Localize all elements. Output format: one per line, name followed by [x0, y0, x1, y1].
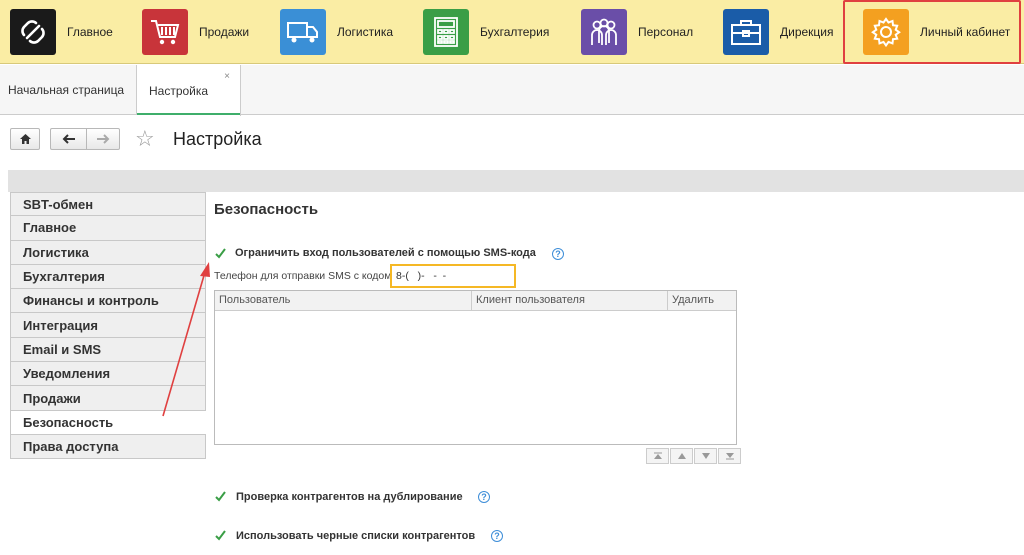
- menu-label: Продажи: [199, 25, 250, 39]
- tab-settings[interactable]: Настройка ×: [137, 65, 241, 116]
- arrow-down-icon: [701, 453, 710, 459]
- gear-icon: [863, 9, 909, 55]
- duplicate-check-checkbox[interactable]: [214, 490, 227, 503]
- column-header-user-client[interactable]: Клиент пользователя: [472, 291, 668, 310]
- menu-item-personnel[interactable]: Персонал: [581, 0, 693, 64]
- menu-label: Персонал: [638, 25, 694, 39]
- menu-label: Логистика: [337, 25, 394, 39]
- menu-item-main[interactable]: Главное: [10, 0, 113, 64]
- home-button[interactable]: [10, 128, 40, 150]
- section-finance-control[interactable]: Финансы и контроль: [10, 289, 206, 314]
- section-security[interactable]: Безопасность: [10, 410, 206, 435]
- move-top-icon: [653, 452, 662, 459]
- section-email-sms[interactable]: Email и SMS: [10, 337, 206, 363]
- move-bottom-icon: [725, 453, 734, 460]
- menu-label: Личный кабинет: [920, 25, 1011, 39]
- section-sales[interactable]: Продажи: [10, 386, 206, 411]
- tab-home[interactable]: Начальная страница: [0, 65, 137, 115]
- sms-restrict-label: Ограничить вход пользователей с помощью …: [235, 247, 536, 259]
- menu-label: Дирекция: [780, 25, 834, 39]
- page-title: Настройка: [173, 129, 262, 149]
- menu-item-logistics[interactable]: Логистика: [280, 0, 393, 64]
- checkmark-icon: [215, 530, 226, 541]
- checkmark-icon: [215, 491, 226, 502]
- help-icon[interactable]: ?: [491, 530, 503, 542]
- menu-item-personal-account[interactable]: Личный кабинет: [843, 0, 1021, 64]
- menu-item-management[interactable]: Дирекция: [723, 0, 834, 64]
- section-accounting[interactable]: Бухгалтерия: [10, 264, 206, 290]
- arrow-right-icon: [97, 134, 110, 144]
- section-integration[interactable]: Интеграция: [10, 313, 206, 338]
- users-table: Пользователь Клиент пользователя Удалить: [214, 290, 737, 445]
- phone-label: Телефон для отправки SMS с кодом:: [214, 270, 395, 282]
- section-main[interactable]: Главное: [10, 216, 206, 241]
- menu-item-accounting[interactable]: Бухгалтерия: [423, 0, 549, 64]
- move-first-button[interactable]: [646, 448, 669, 464]
- section-header-strip: [8, 170, 1024, 192]
- tab-label: Настройка: [149, 83, 209, 98]
- arrow-up-icon: [677, 453, 686, 459]
- tab-label: Начальная страница: [8, 83, 125, 97]
- back-button[interactable]: [50, 128, 86, 150]
- move-down-button[interactable]: [694, 448, 717, 464]
- table-nav-buttons: [646, 448, 742, 464]
- section-sbt-exchange[interactable]: SBT-обмен: [10, 192, 206, 217]
- blacklist-checkbox[interactable]: [214, 529, 227, 542]
- people-icon: [581, 9, 627, 55]
- menu-item-sales[interactable]: Продажи: [142, 0, 249, 64]
- section-logistics[interactable]: Логистика: [10, 240, 206, 265]
- truck-icon: [280, 9, 326, 55]
- cart-icon: [142, 9, 188, 55]
- star-icon[interactable]: ☆: [135, 127, 155, 151]
- blacklist-label: Использовать черные списки контрагентов: [236, 530, 476, 542]
- move-last-button[interactable]: [718, 448, 741, 464]
- section-access-rights[interactable]: Права доступа: [10, 434, 206, 460]
- phone-input[interactable]: [390, 264, 516, 288]
- column-header-delete[interactable]: Удалить: [668, 291, 736, 310]
- briefcase-icon: [723, 9, 769, 55]
- section-list: SBT-обмен Главное Логистика Бухгалтерия …: [10, 192, 206, 460]
- checkmark-icon: [215, 248, 226, 259]
- menu-label: Главное: [67, 25, 113, 39]
- duplicate-check-label: Проверка контрагентов на дублирование: [236, 491, 463, 503]
- sms-restrict-checkbox[interactable]: [214, 247, 227, 260]
- help-icon[interactable]: ?: [478, 491, 490, 503]
- tab-bar: Начальная страница Настройка ×: [0, 65, 1024, 116]
- top-menu: Главное Продажи Логистика Бухгалтерия Пе…: [0, 0, 1024, 64]
- calculator-icon: [423, 9, 469, 55]
- move-up-button[interactable]: [670, 448, 693, 464]
- column-header-user[interactable]: Пользователь: [215, 291, 472, 310]
- help-icon[interactable]: ?: [552, 248, 564, 260]
- arrow-left-icon: [62, 134, 75, 144]
- logo-icon: [10, 9, 56, 55]
- table-header: Пользователь Клиент пользователя Удалить: [215, 291, 736, 311]
- section-notifications[interactable]: Уведомления: [10, 362, 206, 387]
- close-icon[interactable]: ×: [224, 71, 230, 82]
- home-icon: [19, 134, 31, 144]
- forward-button[interactable]: [86, 128, 120, 150]
- menu-label: Бухгалтерия: [480, 25, 550, 39]
- section-title: Безопасность: [214, 201, 319, 218]
